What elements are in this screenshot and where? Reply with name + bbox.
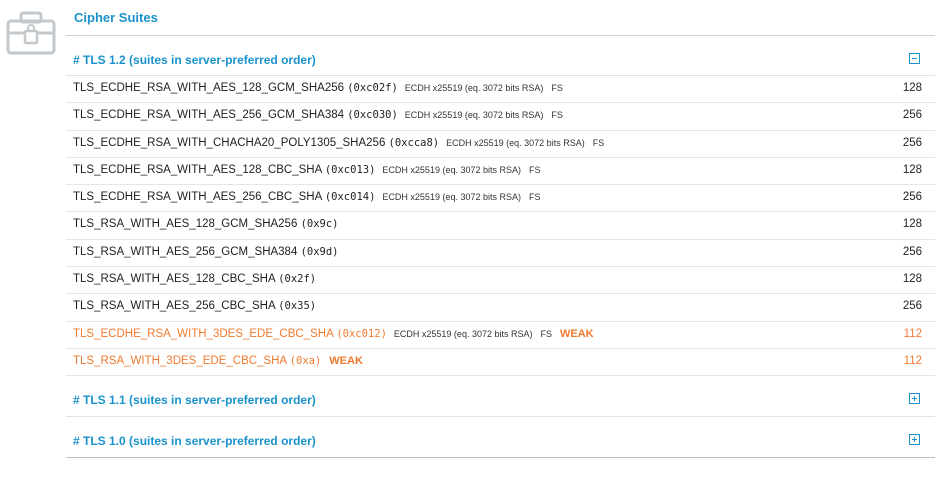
suite-code: (0xc030) [347, 109, 398, 122]
key-exchange: ECDH x25519 (eq. 3072 bits RSA) [446, 137, 585, 148]
key-bits: 128 [902, 273, 922, 286]
expand-icon[interactable] [909, 393, 920, 405]
suite-name: TLS_RSA_WITH_AES_128_CBC_SHA [73, 273, 275, 286]
group-title-tls10[interactable]: # TLS 1.0 (suites in server-preferred or… [73, 434, 316, 448]
suite-cell: TLS_RSA_WITH_AES_256_CBC_SHA (0x35) [73, 300, 316, 312]
forward-secrecy-badge: FS [592, 137, 605, 148]
group-header-tls11[interactable]: # TLS 1.1 (suites in server-preferred or… [66, 376, 935, 418]
suite-cell: TLS_ECDHE_RSA_WITH_AES_256_GCM_SHA384 (0… [73, 109, 563, 121]
table-row: TLS_RSA_WITH_AES_256_GCM_SHA384 (0x9d) 25… [66, 240, 935, 268]
suite-code: (0x9d) [300, 245, 339, 258]
group-title-tls11[interactable]: # TLS 1.1 (suites in server-preferred or… [73, 393, 316, 407]
table-row: TLS_RSA_WITH_AES_128_GCM_SHA256 (0x9c) 12… [66, 212, 935, 240]
key-exchange: ECDH x25519 (eq. 3072 bits RSA) [382, 192, 521, 203]
suite-cell: TLS_ECDHE_RSA_WITH_AES_128_GCM_SHA256 (0… [73, 82, 563, 94]
suite-code: (0x2f) [278, 273, 317, 286]
suite-name: TLS_RSA_WITH_AES_128_GCM_SHA256 [73, 218, 298, 231]
key-bits: 112 [903, 354, 922, 367]
suite-code: (0xa) [289, 354, 322, 367]
group-header-tls10[interactable]: # TLS 1.0 (suites in server-preferred or… [66, 417, 935, 459]
table-row: TLS_ECDHE_RSA_WITH_AES_128_GCM_SHA256 (0… [66, 76, 935, 104]
suite-cell: TLS_RSA_WITH_3DES_EDE_CBC_SHA (0xa) WEAK [73, 355, 363, 367]
suite-cell: TLS_RSA_WITH_AES_128_CBC_SHA (0x2f) [73, 273, 316, 285]
key-bits: 256 [902, 245, 922, 258]
suite-cell: TLS_RSA_WITH_AES_256_GCM_SHA384 (0x9d) [73, 246, 339, 258]
suite-name: TLS_ECDHE_RSA_WITH_CHACHA20_POLY1305_SHA… [73, 136, 386, 149]
forward-secrecy-badge: FS [540, 328, 552, 339]
key-bits: 128 [902, 82, 922, 94]
suite-name: TLS_RSA_WITH_3DES_EDE_CBC_SHA [73, 354, 287, 367]
section-title: Cipher Suites [66, 0, 935, 36]
table-row: TLS_RSA_WITH_AES_128_CBC_SHA (0x2f) 128 [66, 267, 935, 295]
suite-name: TLS_ECDHE_RSA_WITH_AES_128_GCM_SHA256 [73, 82, 345, 94]
forward-secrecy-badge: FS [551, 110, 563, 121]
expand-icon[interactable] [909, 434, 920, 446]
group-header-tls12[interactable]: # TLS 1.2 (suites in server-preferred or… [66, 36, 935, 76]
table-row: TLS_ECDHE_RSA_WITH_AES_128_CBC_SHA (0xc0… [66, 158, 935, 186]
table-row: TLS_RSA_WITH_AES_256_CBC_SHA (0x35) 256 [66, 294, 935, 322]
key-bits: 256 [902, 191, 922, 204]
key-bits: 256 [902, 109, 922, 122]
key-bits: 128 [902, 163, 922, 176]
key-bits: 112 [903, 327, 922, 340]
suite-code: (0xcca8) [388, 136, 440, 149]
table-row: TLS_ECDHE_RSA_WITH_3DES_EDE_CBC_SHA (0xc… [66, 322, 935, 349]
suite-code: (0xc012) [336, 327, 387, 340]
suite-name: TLS_ECDHE_RSA_WITH_AES_128_CBC_SHA [73, 163, 322, 176]
cipher-suites-panel: Cipher Suites # TLS 1.2 (suites in serve… [66, 0, 935, 459]
suite-code: (0xc02f) [347, 82, 398, 94]
weak-badge: WEAK [560, 327, 594, 340]
group-title-tls12[interactable]: # TLS 1.2 (suites in server-preferred or… [73, 53, 316, 67]
table-row: TLS_ECDHE_RSA_WITH_AES_256_GCM_SHA384 (0… [66, 103, 935, 131]
suite-name: TLS_ECDHE_RSA_WITH_AES_256_GCM_SHA384 [73, 109, 345, 122]
suite-name: TLS_RSA_WITH_AES_256_GCM_SHA384 [73, 245, 298, 258]
weak-badge: WEAK [329, 354, 363, 367]
suite-code: (0xc013) [324, 163, 376, 176]
suite-cell: TLS_ECDHE_RSA_WITH_AES_128_CBC_SHA (0xc0… [73, 164, 541, 176]
table-row: TLS_ECDHE_RSA_WITH_CHACHA20_POLY1305_SHA… [66, 131, 935, 158]
suite-list: TLS_ECDHE_RSA_WITH_AES_128_GCM_SHA256 (0… [66, 76, 935, 377]
suite-code: (0xc014) [324, 191, 376, 204]
forward-secrecy-badge: FS [529, 164, 541, 175]
suite-cell: TLS_ECDHE_RSA_WITH_3DES_EDE_CBC_SHA (0xc… [73, 328, 594, 340]
suite-code: (0x9c) [300, 218, 339, 231]
key-exchange: ECDH x25519 (eq. 3072 bits RSA) [404, 110, 544, 121]
suite-cell: TLS_RSA_WITH_AES_128_GCM_SHA256 (0x9c) [73, 218, 339, 230]
table-row: TLS_RSA_WITH_3DES_EDE_CBC_SHA (0xa) WEAK 1… [66, 349, 935, 377]
key-bits: 128 [902, 218, 922, 231]
table-row: TLS_ECDHE_RSA_WITH_AES_256_CBC_SHA (0xc0… [66, 185, 935, 213]
suite-cell: TLS_ECDHE_RSA_WITH_CHACHA20_POLY1305_SHA… [73, 137, 604, 149]
key-exchange: ECDH x25519 (eq. 3072 bits RSA) [393, 328, 533, 339]
key-exchange: ECDH x25519 (eq. 3072 bits RSA) [404, 83, 544, 93]
key-exchange: ECDH x25519 (eq. 3072 bits RSA) [382, 164, 521, 175]
suite-name: TLS_ECDHE_RSA_WITH_3DES_EDE_CBC_SHA [73, 327, 334, 340]
suite-name: TLS_RSA_WITH_AES_256_CBC_SHA [73, 300, 275, 313]
lock-briefcase-icon [6, 11, 56, 55]
suite-code: (0x35) [278, 300, 317, 313]
collapse-icon[interactable] [909, 53, 920, 64]
key-bits: 256 [902, 136, 922, 149]
key-bits: 256 [902, 300, 922, 313]
forward-secrecy-badge: FS [551, 83, 563, 93]
forward-secrecy-badge: FS [529, 192, 541, 203]
suite-cell: TLS_ECDHE_RSA_WITH_AES_256_CBC_SHA (0xc0… [73, 191, 541, 203]
suite-name: TLS_ECDHE_RSA_WITH_AES_256_CBC_SHA [73, 191, 322, 204]
